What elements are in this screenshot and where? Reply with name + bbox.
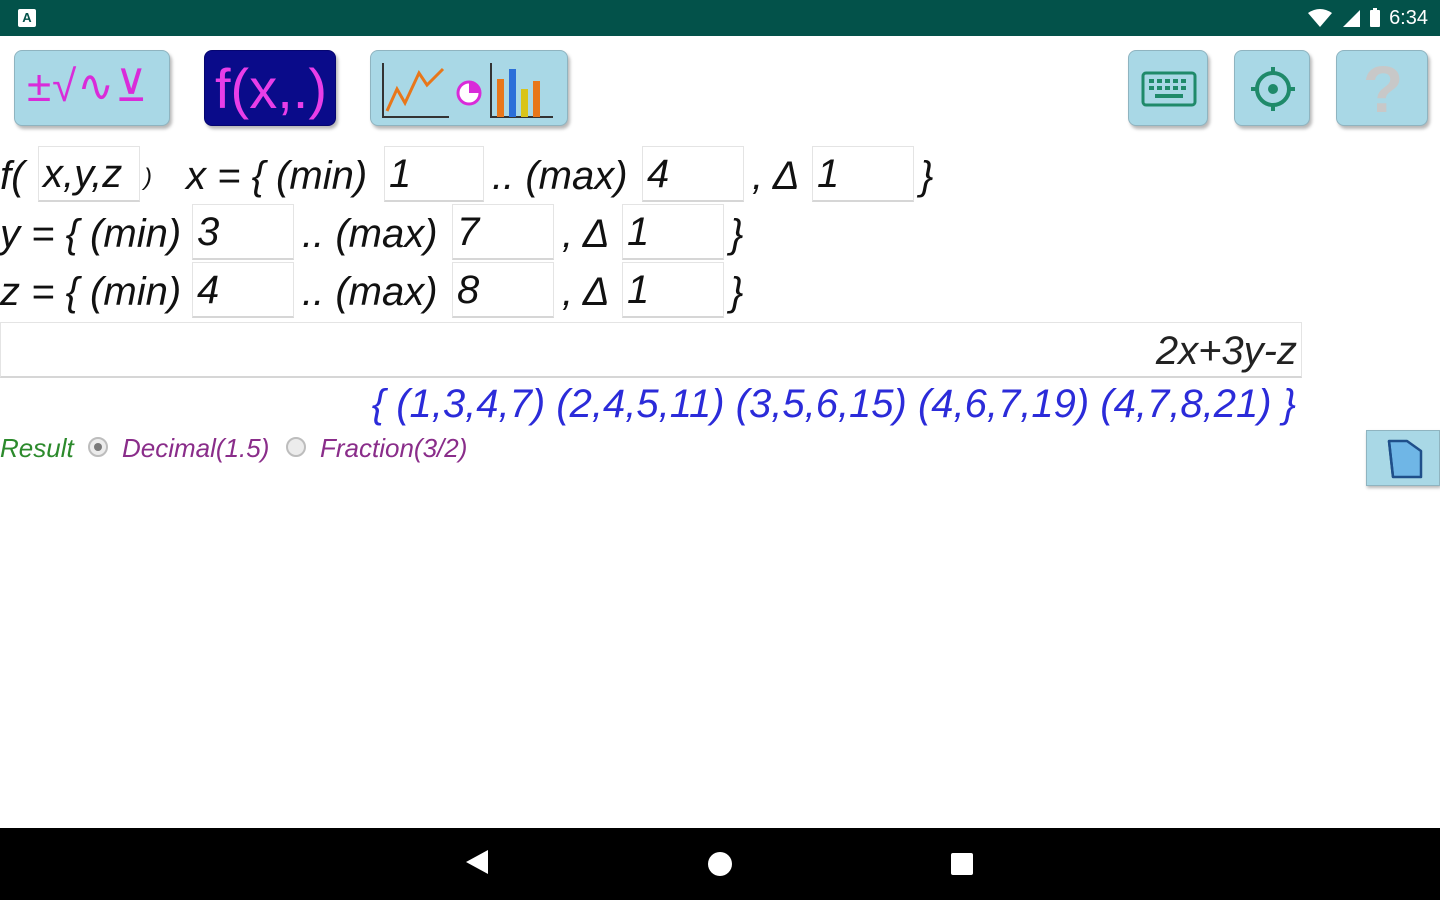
decimal-radio-label[interactable]: Decimal(1.5) [122,430,269,466]
function-button[interactable]: f(x,.) [204,50,336,126]
y-delta-label: , Δ [562,212,610,256]
battery-icon [1370,8,1381,27]
y-max-label: .. (max) [302,212,438,256]
fraction-radio-label[interactable]: Fraction(3/2) [320,430,467,466]
status-bar: A 6:34 [0,0,1440,36]
fraction-radio[interactable] [286,437,306,457]
x-delta-input[interactable]: 1 [812,146,914,202]
line-chart-icon [382,63,449,118]
y-brace-close: } [730,212,744,256]
function-prefix: f( [0,154,25,198]
keyboard-button[interactable] [1128,50,1208,126]
back-icon[interactable] [466,850,488,874]
x-min-input[interactable]: 1 [384,146,484,202]
keyboard-icon [1141,71,1197,107]
expression-input[interactable]: 2x+3y-z [0,322,1302,378]
function-close: ) [144,164,152,191]
y-range-label: y = { (min) [0,212,182,256]
calculator-button[interactable]: ±√∿⊻ [14,50,170,126]
settings-button[interactable] [1234,50,1310,126]
z-min-input[interactable]: 4 [192,262,294,318]
clock: 6:34 [1389,6,1428,29]
z-max-label: .. (max) [302,270,438,314]
help-icon: ? [1362,52,1404,126]
signal-icon [1343,10,1361,27]
y-delta-input[interactable]: 1 [622,204,724,260]
graph-button[interactable] [370,50,568,126]
function-label: f(x,.) [215,57,327,120]
y-max-input[interactable]: 7 [452,204,554,260]
recent-apps-icon[interactable] [951,853,973,875]
home-icon[interactable] [708,852,732,876]
x-delta-label: , Δ [752,154,800,198]
result-output: { (1,3,4,7) (2,4,5,11) (3,5,6,15) (4,6,7… [371,382,1296,426]
calculator-label: ±√∿⊻ [27,62,149,111]
decimal-radio[interactable] [88,437,108,457]
y-min-input[interactable]: 3 [192,204,294,260]
z-delta-input[interactable]: 1 [622,262,724,318]
wifi-icon [1308,9,1333,27]
z-range-label: z = { (min) [0,270,182,314]
z-max-input[interactable]: 8 [452,262,554,318]
help-button[interactable]: ? [1336,50,1428,126]
gear-icon [1251,67,1295,111]
notification-icon: A [18,9,36,27]
z-brace-close: } [730,270,744,314]
x-brace-close: } [920,154,934,198]
folder-icon [1387,439,1423,479]
result-label: Result [0,433,74,463]
status-icons: 6:34 [1307,0,1428,36]
open-file-button[interactable] [1366,430,1440,486]
x-max-label: .. (max) [492,154,628,198]
pie-chart-icon [456,80,482,106]
x-max-input[interactable]: 4 [642,146,744,202]
bar-chart-icon [490,63,553,118]
function-args-input[interactable]: x,y,z [38,146,140,202]
x-range-label: x = { (min) [186,154,368,198]
z-delta-label: , Δ [562,270,610,314]
